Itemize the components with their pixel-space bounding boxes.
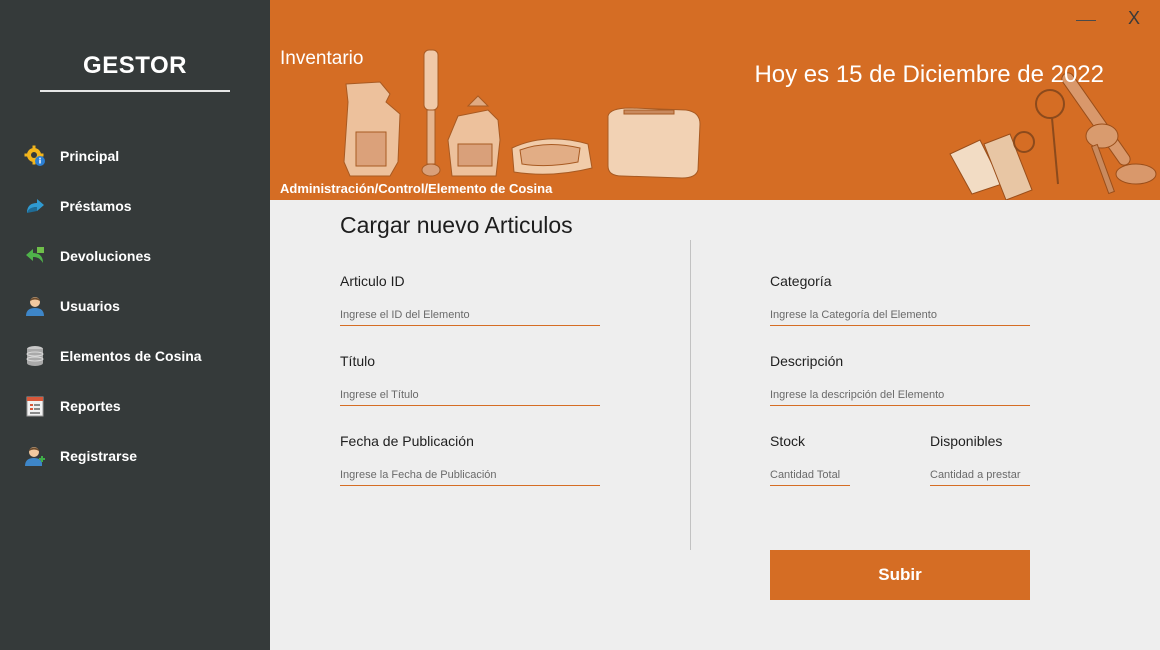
gear-info-icon: [24, 145, 45, 166]
sidebar-item-devoluciones[interactable]: Devoluciones: [0, 238, 270, 274]
close-button[interactable]: X: [1128, 8, 1140, 29]
fecha-publicacion-input[interactable]: [340, 464, 600, 486]
sidebar: GESTOR Principal Préstamos Devoluciones: [0, 0, 270, 650]
disponibles-label: Disponibles: [930, 433, 1003, 449]
breadcrumb: Administración/Control/Elemento de Cosin…: [280, 181, 553, 196]
fecha-publicacion-label: Fecha de Publicación: [340, 433, 474, 449]
descripcion-label: Descripción: [770, 353, 844, 369]
form-title: Cargar nuevo Articulos: [340, 212, 573, 238]
sidebar-item-registrarse[interactable]: Registrarse: [0, 438, 270, 474]
submit-button[interactable]: Subir: [770, 550, 1030, 600]
titulo-label: Título: [340, 353, 376, 369]
sidebar-item-reportes[interactable]: Reportes: [0, 388, 270, 424]
header-banner: X Inventario Hoy es 15 de Diciembre de 2…: [270, 0, 1160, 200]
sidebar-item-principal[interactable]: Principal: [0, 138, 270, 174]
descripcion-input[interactable]: [770, 384, 1030, 406]
sidebar-item-label: Elementos de Cosina: [60, 348, 202, 364]
articulo-id-input[interactable]: [340, 304, 600, 326]
return-arrow-icon: [26, 247, 44, 263]
add-user-icon: [25, 447, 45, 466]
stock-input[interactable]: [770, 464, 850, 486]
categoria-input[interactable]: [770, 304, 1030, 326]
brand-title: GESTOR: [83, 52, 187, 79]
share-arrow-icon: [27, 199, 44, 213]
sidebar-item-elementos[interactable]: Elementos de Cosina: [0, 338, 270, 374]
stock-label: Stock: [770, 433, 806, 449]
articulo-id-label: Articulo ID: [340, 273, 405, 289]
sidebar-item-label: Préstamos: [60, 198, 132, 214]
sidebar-item-label: Registrarse: [60, 448, 138, 464]
brand-divider: [40, 90, 230, 92]
disponibles-input[interactable]: [930, 464, 1030, 486]
user-icon: [26, 297, 44, 316]
current-date: Hoy es 15 de Diciembre de 2022: [754, 61, 1104, 88]
sidebar-item-usuarios[interactable]: Usuarios: [0, 288, 270, 324]
column-divider: [690, 240, 691, 550]
kitchen-appliances-image: [343, 49, 701, 179]
sidebar-item-label: Reportes: [60, 398, 121, 414]
titulo-input[interactable]: [340, 384, 600, 406]
sidebar-item-prestamos[interactable]: Préstamos: [0, 188, 270, 224]
sidebar-item-label: Principal: [60, 148, 120, 164]
database-icon: [26, 346, 44, 366]
categoria-label: Categoría: [770, 273, 832, 289]
report-icon: [26, 396, 44, 417]
sidebar-item-label: Devoluciones: [60, 248, 152, 264]
sidebar-item-label: Usuarios: [60, 298, 120, 314]
